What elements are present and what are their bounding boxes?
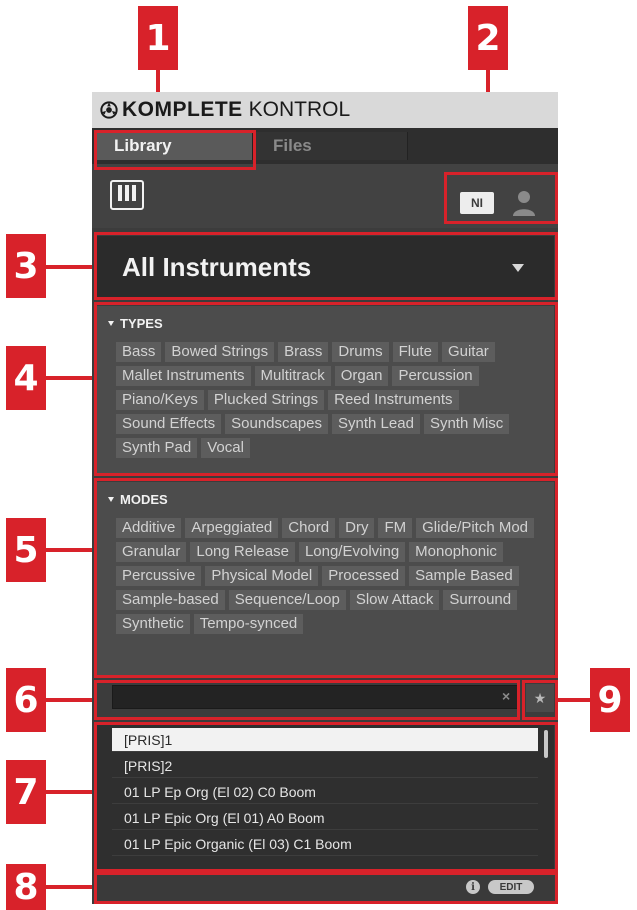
komplete-logo-icon bbox=[100, 101, 118, 119]
modes-tag[interactable]: Surround bbox=[443, 590, 518, 610]
modes-title: MODES bbox=[120, 492, 168, 507]
types-tag[interactable]: Drums bbox=[332, 342, 389, 362]
modes-tag[interactable]: Long/Evolving bbox=[298, 542, 406, 562]
types-section: TYPES Bass Bowed Strings Brass Drums Flute Gu… bbox=[96, 306, 554, 474]
types-tag[interactable]: Multitrack bbox=[254, 366, 331, 386]
title-bar: KOMPLETE KONTROL bbox=[92, 92, 558, 128]
result-row[interactable]: 01 LP Epic Organic (El 03) C1 Boom bbox=[112, 832, 538, 856]
status-bar: i EDIT bbox=[96, 874, 554, 900]
modes-tag[interactable]: Sequence/Loop bbox=[228, 590, 346, 610]
callout-9: 9 bbox=[590, 668, 630, 732]
modes-tag[interactable]: Monophonic bbox=[409, 542, 503, 562]
types-tag-list: Bass Bowed Strings Brass Drums Flute Guitar Ma… bbox=[116, 342, 546, 458]
modes-tag[interactable]: Sample Based bbox=[409, 566, 519, 586]
callout-4: 4 bbox=[6, 346, 46, 410]
favorites-star-button[interactable]: ★ bbox=[526, 684, 554, 712]
modes-tag[interactable]: Arpeggiated bbox=[185, 518, 279, 538]
tab-library[interactable]: Library bbox=[94, 132, 252, 160]
results-scrollbar[interactable] bbox=[544, 730, 548, 758]
types-tag[interactable]: Mallet Instruments bbox=[116, 366, 251, 386]
leader-line-6 bbox=[46, 698, 94, 702]
brand-name-light: KONTROL bbox=[248, 98, 351, 121]
keyboard-icon[interactable] bbox=[110, 180, 144, 210]
modes-tag[interactable]: Sample-based bbox=[116, 590, 225, 610]
modes-tag[interactable]: Percussive bbox=[116, 566, 202, 586]
types-tag[interactable]: Reed Instruments bbox=[328, 390, 459, 410]
brand-name-bold: KOMPLETE bbox=[122, 98, 243, 121]
modes-tag-list: Additive Arpeggiated Chord Dry FM Glide/Pitch… bbox=[116, 518, 546, 634]
search-input[interactable] bbox=[112, 685, 520, 709]
modes-tag[interactable]: FM bbox=[378, 518, 413, 538]
modes-tag[interactable]: Processed bbox=[322, 566, 406, 586]
collapse-triangle-icon bbox=[108, 321, 114, 326]
types-tag[interactable]: Sound Effects bbox=[116, 414, 222, 434]
types-tag[interactable]: Piano/Keys bbox=[116, 390, 204, 410]
leader-line-9 bbox=[554, 698, 590, 702]
info-icon[interactable]: i bbox=[466, 880, 480, 894]
factory-content-button[interactable]: NI bbox=[460, 192, 494, 214]
types-tag[interactable]: Flute bbox=[392, 342, 438, 362]
types-tag[interactable]: Synth Pad bbox=[116, 438, 198, 458]
modes-tag[interactable]: Chord bbox=[282, 518, 336, 538]
modes-tag[interactable]: Slow Attack bbox=[349, 590, 440, 610]
tab-files[interactable]: Files bbox=[252, 132, 408, 160]
types-tag[interactable]: Synth Misc bbox=[423, 414, 510, 434]
types-tag[interactable]: Soundscapes bbox=[225, 414, 329, 434]
callout-2: 2 bbox=[468, 6, 508, 70]
types-header[interactable]: TYPES bbox=[108, 316, 163, 331]
types-tag[interactable]: Vocal bbox=[201, 438, 250, 458]
leader-line-7 bbox=[46, 790, 94, 794]
types-tag[interactable]: Bass bbox=[116, 342, 162, 362]
result-row[interactable]: [PRIS]1 bbox=[112, 728, 538, 752]
product-selector-label: All Instruments bbox=[122, 251, 312, 282]
edit-button[interactable]: EDIT bbox=[488, 880, 534, 894]
callout-7: 7 bbox=[6, 760, 46, 824]
user-icon[interactable] bbox=[510, 188, 538, 218]
callout-6: 6 bbox=[6, 668, 46, 732]
callout-1: 1 bbox=[138, 6, 178, 70]
callout-8: 8 bbox=[6, 864, 46, 910]
types-tag[interactable]: Plucked Strings bbox=[207, 390, 325, 410]
leader-line-8 bbox=[46, 885, 94, 889]
types-tag[interactable]: Percussion bbox=[392, 366, 479, 386]
search-area: × bbox=[96, 680, 524, 712]
keyboard-key bbox=[117, 185, 122, 201]
result-row[interactable]: [PRIS]2 bbox=[112, 754, 538, 778]
modes-tag[interactable]: Synthetic bbox=[116, 614, 190, 634]
modes-tag[interactable]: Dry bbox=[339, 518, 375, 538]
komplete-kontrol-browser: KOMPLETE KONTROL Library Files NI All In… bbox=[92, 92, 558, 904]
keyboard-key bbox=[124, 185, 129, 201]
callout-3: 3 bbox=[6, 234, 46, 298]
browser-tabs: Library Files bbox=[92, 128, 558, 164]
modes-header[interactable]: MODES bbox=[108, 492, 168, 507]
types-tag[interactable]: Organ bbox=[334, 366, 389, 386]
callout-5: 5 bbox=[6, 518, 46, 582]
modes-tag[interactable]: Granular bbox=[116, 542, 187, 562]
keyboard-key bbox=[132, 185, 137, 201]
types-tag[interactable]: Synth Lead bbox=[332, 414, 420, 434]
leader-line-5 bbox=[46, 548, 94, 552]
modes-tag[interactable]: Long Release bbox=[190, 542, 295, 562]
chevron-down-icon bbox=[512, 264, 524, 272]
types-title: TYPES bbox=[120, 316, 163, 331]
modes-tag[interactable]: Physical Model bbox=[205, 566, 319, 586]
product-selector[interactable]: All Instruments bbox=[96, 236, 554, 298]
types-tag[interactable]: Bowed Strings bbox=[165, 342, 275, 362]
close-icon[interactable]: × bbox=[502, 688, 510, 704]
leader-line-3 bbox=[46, 265, 94, 269]
modes-tag[interactable]: Additive bbox=[116, 518, 182, 538]
collapse-triangle-icon bbox=[108, 497, 114, 502]
types-tag[interactable]: Guitar bbox=[441, 342, 495, 362]
modes-tag[interactable]: Glide/Pitch Mod bbox=[416, 518, 535, 538]
result-row[interactable]: 01 LP Ep Org (El 02) C0 Boom bbox=[112, 780, 538, 804]
leader-line-4 bbox=[46, 376, 94, 380]
results-list: [PRIS]1 [PRIS]2 01 LP Ep Org (El 02) C0 … bbox=[96, 724, 554, 870]
modes-tag[interactable]: Tempo-synced bbox=[193, 614, 304, 634]
types-tag[interactable]: Brass bbox=[278, 342, 329, 362]
modes-section: MODES Additive Arpeggiated Chord Dry FM Glide… bbox=[96, 482, 554, 676]
result-row[interactable]: 01 LP Epic Org (El 01) A0 Boom bbox=[112, 806, 538, 830]
